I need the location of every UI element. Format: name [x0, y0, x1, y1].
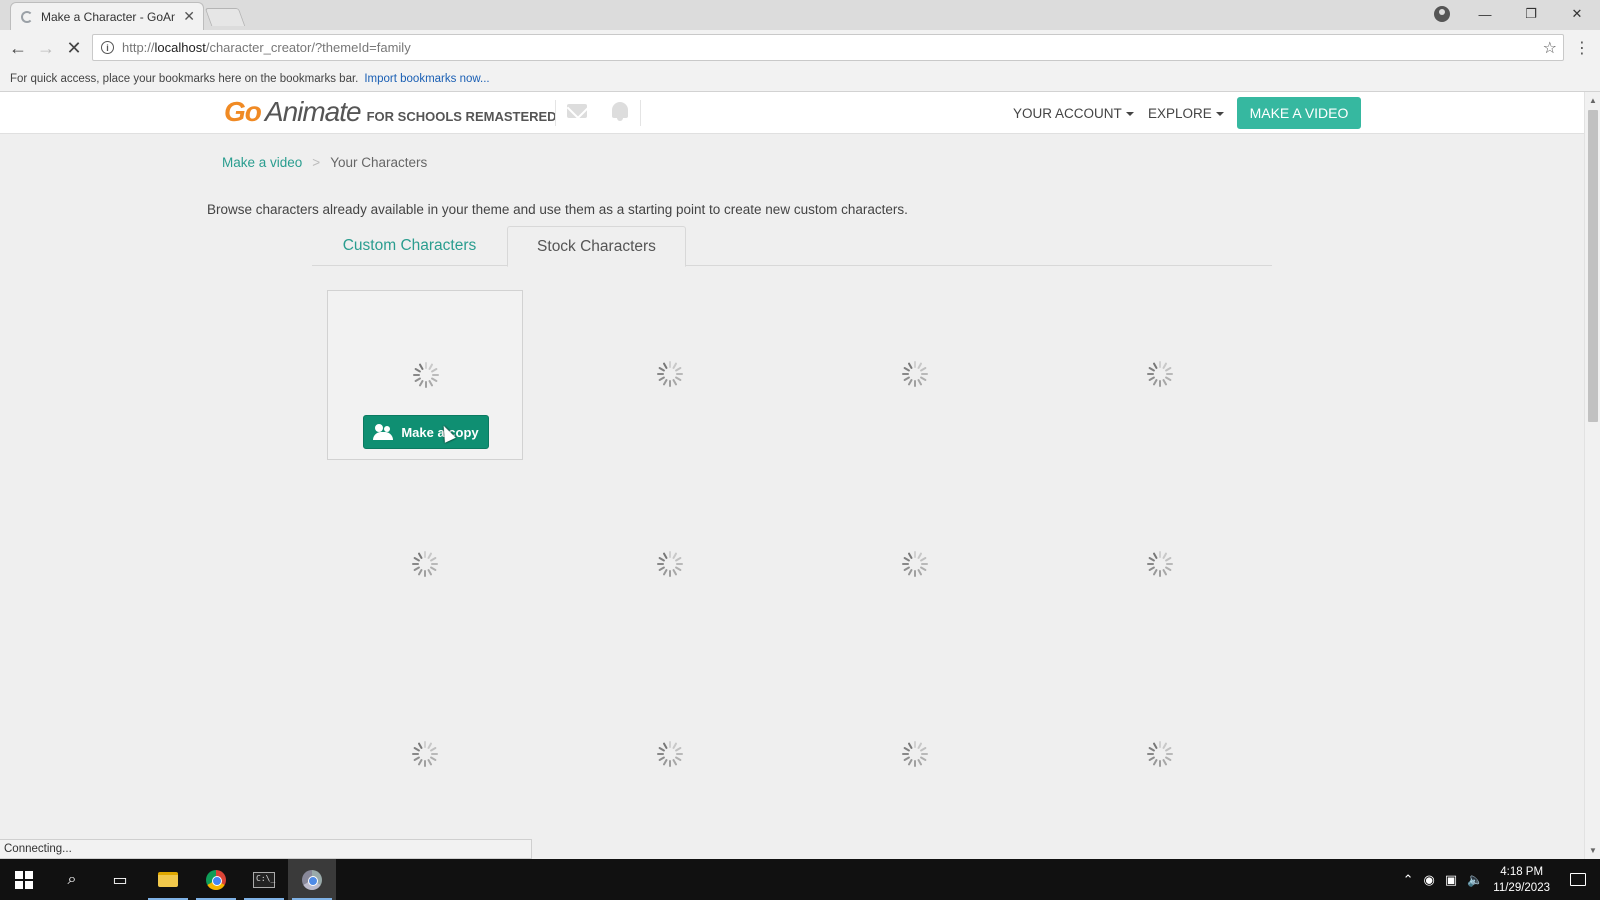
bookmark-star-icon[interactable]: ☆ — [1543, 38, 1557, 58]
url-scheme: http:// — [122, 40, 155, 55]
explore-menu[interactable]: EXPLORE — [1148, 106, 1224, 121]
character-tabs: Custom Characters Stock Characters — [312, 226, 1272, 267]
notifications-icon[interactable] — [1570, 873, 1586, 886]
browser-menu-icon[interactable]: ⋮ — [1574, 38, 1590, 58]
browser-tab[interactable]: Make a Character - GoAn ✕ — [10, 2, 204, 30]
goanimate-logo[interactable]: Go Animate FOR SCHOOLS REMASTERED — [224, 96, 557, 128]
stop-loading-icon[interactable]: ✕ — [60, 34, 88, 62]
loading-spinner-icon — [412, 741, 438, 767]
volume-icon[interactable]: 🔈 — [1467, 872, 1483, 888]
windows-taskbar: ⌕ ▭ C:\_ ⌃ ◉ ▣ 🔈 4:18 PM 11/29/2023 — [0, 859, 1600, 900]
clock-time: 4:18 PM — [1500, 865, 1544, 878]
loading-spinner-icon — [1147, 551, 1173, 577]
url-path: /character_creator/?themeId=family — [205, 40, 411, 55]
character-card[interactable] — [572, 670, 768, 840]
scroll-up-icon[interactable]: ▲ — [1589, 96, 1597, 105]
make-a-video-button[interactable]: MAKE A VIDEO — [1237, 97, 1361, 129]
meet-now-icon[interactable]: ◉ — [1423, 872, 1434, 888]
character-card[interactable] — [572, 480, 768, 650]
address-bar[interactable]: i http://localhost/character_creator/?th… — [92, 34, 1564, 61]
page-scrollbar[interactable]: ▲ ▼ — [1584, 92, 1600, 859]
explore-label: EXPLORE — [1148, 106, 1212, 121]
loading-spinner-icon — [412, 551, 438, 577]
caret-down-icon — [1215, 112, 1224, 117]
loading-spinner-icon — [1147, 361, 1173, 387]
scrollbar-thumb[interactable] — [1588, 110, 1598, 422]
character-card[interactable] — [572, 290, 768, 460]
bookmarks-hint: For quick access, place your bookmarks h… — [10, 72, 359, 85]
restore-icon[interactable]: ❐ — [1508, 6, 1554, 22]
import-bookmarks-link[interactable]: Import bookmarks now... — [364, 73, 489, 85]
tab-custom-characters[interactable]: Custom Characters — [312, 226, 507, 266]
character-card[interactable]: Make a copy — [327, 290, 523, 460]
your-account-label: YOUR ACCOUNT — [1013, 106, 1122, 121]
character-card[interactable] — [817, 290, 1013, 460]
terminal-icon[interactable]: C:\_ — [240, 859, 288, 900]
back-icon[interactable]: ← — [4, 34, 32, 62]
network-icon[interactable]: ▣ — [1445, 872, 1457, 888]
add-user-icon — [373, 424, 395, 440]
caret-down-icon — [1125, 112, 1134, 117]
header-divider — [555, 100, 556, 126]
close-window-icon[interactable]: ✕ — [1554, 6, 1600, 22]
url-host: localhost — [154, 40, 206, 55]
character-card[interactable] — [1062, 670, 1258, 840]
start-button[interactable] — [0, 859, 48, 900]
character-card[interactable] — [1062, 480, 1258, 650]
status-bubble: Connecting... — [0, 839, 532, 859]
breadcrumb-make-a-video[interactable]: Make a video — [222, 155, 302, 170]
tray-chevron-icon[interactable]: ⌃ — [1403, 872, 1414, 888]
site-info-icon[interactable]: i — [101, 41, 114, 54]
scroll-down-icon[interactable]: ▼ — [1589, 846, 1597, 855]
logo-animate: Animate — [264, 96, 362, 127]
make-a-copy-button[interactable]: Make a copy — [363, 415, 489, 449]
tab-loading-icon — [21, 10, 33, 23]
mail-icon[interactable] — [567, 104, 587, 118]
breadcrumb-current: Your Characters — [330, 155, 428, 170]
page-viewport: Go Animate FOR SCHOOLS REMASTERED YOUR AC… — [0, 92, 1584, 859]
character-card[interactable] — [817, 670, 1013, 840]
file-explorer-icon[interactable] — [144, 859, 192, 900]
loading-spinner-icon — [902, 361, 928, 387]
character-card[interactable] — [1062, 290, 1258, 460]
your-account-menu[interactable]: YOUR ACCOUNT — [1013, 106, 1134, 121]
clock-date: 11/29/2023 — [1493, 881, 1550, 894]
loading-spinner-icon — [413, 362, 439, 388]
system-tray: ⌃ ◉ ▣ 🔈 4:18 PM 11/29/2023 — [1403, 859, 1600, 900]
loading-spinner-icon — [657, 741, 683, 767]
breadcrumb: Make a video > Your Characters — [222, 155, 427, 170]
intro-text: Browse characters already available in y… — [207, 202, 908, 217]
browser-titlebar: Make a Character - GoAn ✕ — ❐ ✕ — [0, 0, 1600, 30]
tab-title: Make a Character - GoAn — [41, 9, 176, 24]
chrome-canary-icon[interactable] — [288, 859, 336, 900]
tab-stock-characters[interactable]: Stock Characters — [507, 226, 686, 267]
loading-spinner-icon — [902, 551, 928, 577]
profile-icon[interactable] — [1434, 6, 1450, 22]
tab-close-icon[interactable]: ✕ — [183, 8, 195, 25]
loading-spinner-icon — [902, 741, 928, 767]
search-icon[interactable]: ⌕ — [48, 859, 96, 900]
task-view-icon[interactable]: ▭ — [96, 859, 144, 900]
logo-go: Go — [224, 96, 262, 127]
windows-logo-icon — [15, 870, 33, 889]
logo-subtitle: FOR SCHOOLS REMASTERED — [366, 109, 557, 124]
new-tab-button[interactable] — [204, 8, 246, 26]
minimize-icon[interactable]: — — [1462, 7, 1508, 22]
breadcrumb-separator: > — [312, 155, 321, 170]
loading-spinner-icon — [1147, 741, 1173, 767]
forward-icon[interactable]: → — [32, 34, 60, 62]
site-header: Go Animate FOR SCHOOLS REMASTERED YOUR AC… — [0, 92, 1584, 134]
character-card[interactable] — [327, 670, 523, 840]
taskbar-clock[interactable]: 4:18 PM 11/29/2023 — [1493, 864, 1550, 896]
window-controls: — ❐ ✕ — [1462, 0, 1600, 28]
header-divider — [640, 100, 641, 126]
bell-icon[interactable] — [612, 102, 628, 121]
browser-toolbar: ← → ✕ i http://localhost/character_creat… — [0, 30, 1600, 66]
character-card[interactable] — [817, 480, 1013, 650]
loading-spinner-icon — [657, 361, 683, 387]
bookmarks-bar: For quick access, place your bookmarks h… — [0, 66, 1600, 92]
loading-spinner-icon — [657, 551, 683, 577]
character-card[interactable] — [327, 480, 523, 650]
chrome-icon[interactable] — [192, 859, 240, 900]
